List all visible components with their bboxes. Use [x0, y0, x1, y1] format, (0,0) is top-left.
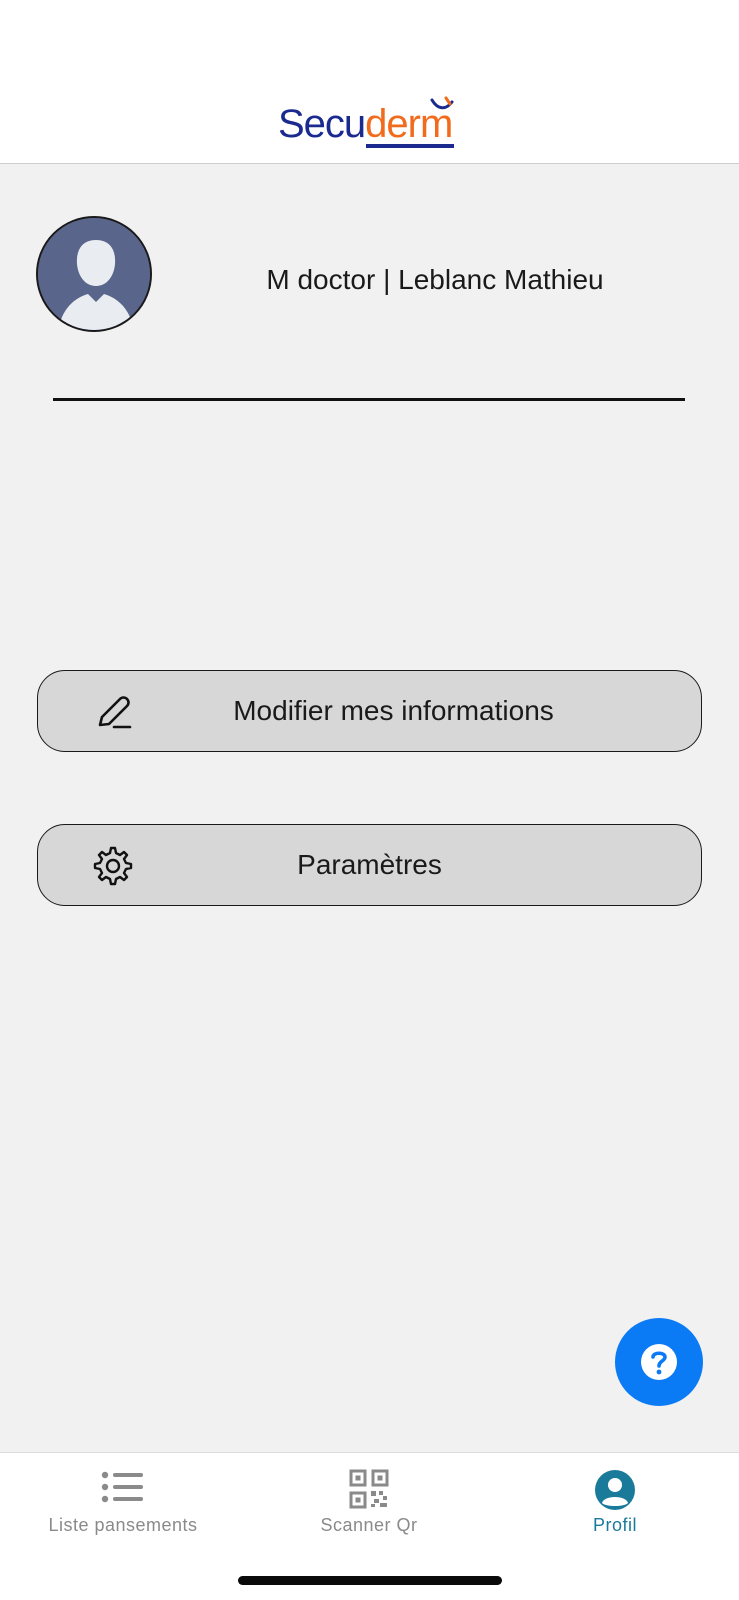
modify-info-button[interactable]: Modifier mes informations: [37, 670, 702, 752]
user-circle-icon: [595, 1470, 635, 1510]
logo-swoosh-icon: [430, 96, 454, 110]
help-button[interactable]: [615, 1318, 703, 1406]
app-header: Secuderm: [0, 0, 739, 164]
divider: [53, 398, 685, 401]
question-mark-icon: [641, 1344, 677, 1380]
qr-code-icon: [349, 1469, 389, 1509]
home-indicator: [238, 1576, 502, 1585]
tab-label-scanner-qr: Scanner Qr: [320, 1515, 418, 1535]
tab-label-liste-pansements: Liste pansements: [48, 1515, 198, 1535]
logo-underline: [366, 144, 454, 148]
settings-label: Paramètres: [297, 849, 442, 880]
tab-label-profil: Profil: [592, 1515, 637, 1535]
modify-info-label: Modifier mes informations: [233, 695, 554, 726]
profile-screen: Secuderm M doctor | Leblanc Mathieu Modi…: [0, 0, 739, 1600]
tab-profil[interactable]: Profil: [492, 1453, 738, 1553]
tab-scanner-qr[interactable]: Scanner Qr: [246, 1453, 492, 1553]
logo-text-secu: Secu: [278, 102, 366, 146]
secuderm-logo: Secuderm: [278, 98, 453, 150]
user-name: M doctor | Leblanc Mathieu: [266, 264, 604, 295]
avatar[interactable]: [36, 216, 152, 332]
default-user-avatar-icon: [38, 218, 150, 330]
tab-liste-pansements[interactable]: Liste pansements: [0, 1453, 246, 1553]
settings-button[interactable]: Paramètres: [37, 824, 702, 906]
list-icon: [101, 1471, 143, 1503]
